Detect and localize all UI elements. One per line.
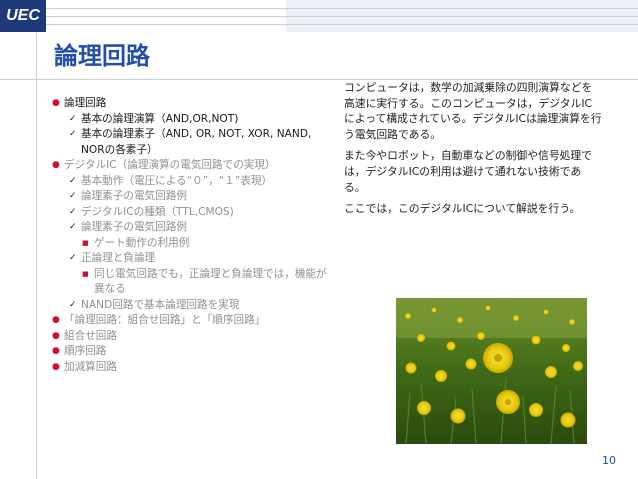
header-grid [46,0,638,32]
list-item: ✓ デジタルICの種類（TTL,CMOS) [52,205,332,221]
vertical-rule [36,32,37,479]
list-item: ■ ゲート動作の利用例 [52,236,332,252]
check-mark-icon: ✓ [69,175,77,186]
list-item: ● 論理回路 [52,96,332,112]
logo: UEC [0,0,46,32]
square-bullet-icon: ■ [82,269,89,278]
paragraph: コンピュータは，数学の加減乗除の四則演算などを高速に実行する。このコンピュータは… [344,81,602,141]
list-item: ■ 同じ電気回路でも，正論理と負論理では，機能が異なる [82,267,327,296]
list-item: ● 加減算回路 [52,360,332,376]
circle-bullet-icon: ● [52,160,60,170]
list-item: ✓ NAND回路で基本論理回路を実現 [52,298,332,314]
list-item: ✓ 基本の論理演算（AND,OR,NOT) [52,112,332,128]
list-item: ● 組合せ回路 [52,329,332,345]
list-item: ✓ 論理素子の電気回路例 [52,189,332,205]
list-item: ● 「論理回路：組合せ回路」と「順序回路」 [52,313,332,329]
list-item: ● デジタルIC（論理演算の電気回路での実現） [52,158,332,174]
check-mark-icon: ✓ [69,113,77,124]
check-mark-icon: ✓ [69,253,77,263]
list-item: ✓ 基本の論理素子（AND, OR, NOT, XOR, NAND, NORの各素… [69,128,312,156]
list-item: ✓ 基本動作（電圧による“０”，“１”表現） [52,174,332,190]
check-mark-icon: ✓ [69,191,77,201]
list-item: ● 順序回路 [52,344,332,360]
check-mark-icon: ✓ [69,222,77,232]
list-item: ✓ 正論理と負論理 [52,251,332,267]
paragraph: また今やロボット，自動車などの制御や信号処理では，デジタルICの利用は避けて通れ… [344,149,593,194]
circle-bullet-icon: ● [52,346,60,356]
description: コンピュータは，数学の加減乗除の四則演算などを高速に実行する。このコンピュータは… [344,80,602,223]
page-title: 論理回路 [54,42,150,70]
paragraph: ここでは，このデジタルICについて解説を行う。 [344,202,581,216]
square-bullet-icon: ■ [82,238,89,247]
circle-bullet-icon: ● [52,330,60,341]
dandelion-photo [396,298,587,444]
page-number: 10 [602,454,616,467]
circle-bullet-icon: ● [52,361,60,372]
circle-bullet-icon: ● [52,315,60,325]
check-mark-icon: ✓ [69,129,77,139]
list-item: ✓ 論理素子の電気回路例 [52,220,332,236]
check-mark-icon: ✓ [69,299,77,310]
check-mark-icon: ✓ [69,206,77,217]
circle-bullet-icon: ● [52,98,60,108]
bullet-list: ● 論理回路 ✓ 基本の論理演算（AND,OR,NOT) ✓ 基本の論理素子（AND,… [52,96,332,375]
